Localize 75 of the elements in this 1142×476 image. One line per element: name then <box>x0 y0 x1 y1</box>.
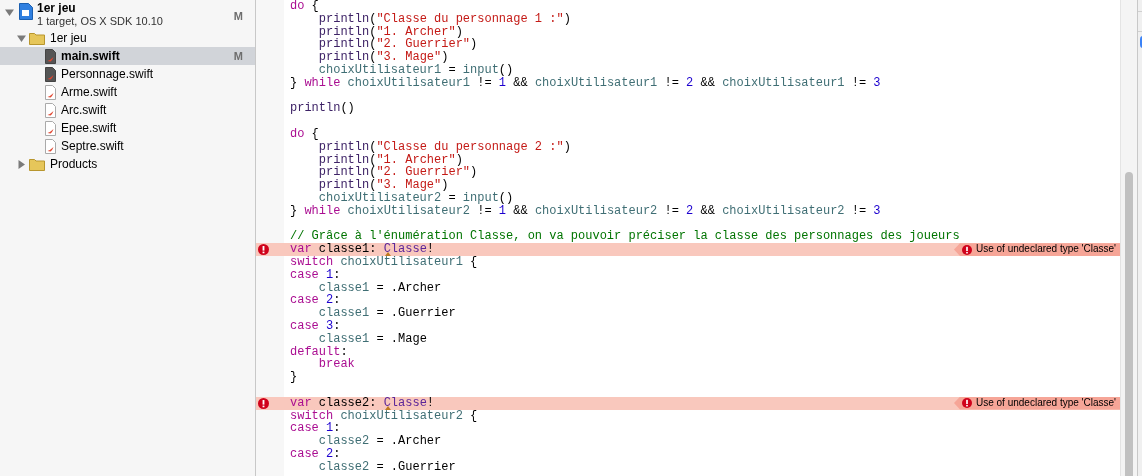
code-line: case 1: <box>290 268 342 282</box>
code-line: case 2: <box>290 294 341 308</box>
item-label: main.swift <box>61 48 120 65</box>
code-line: } while choixUtilisateur2 != 1 && choixUtilisateur2 != 2 && choixUtilisateur2 != 3 <box>290 204 882 218</box>
code-line: classe1 = .Archer <box>317 281 443 295</box>
folder-icon <box>29 157 45 171</box>
project-row[interactable]: 1er jeu 1 target, OS X SDK 10.10 M <box>0 0 255 29</box>
swift-file-icon <box>45 48 56 64</box>
code-line: println("2. Guerrier") <box>317 166 479 180</box>
item-label: Epee.swift <box>61 120 117 137</box>
code-line: } while choixUtilisateur1 != 1 && choixUtilisateur1 != 2 && choixUtilisateur1 != 3 <box>290 76 882 90</box>
error-icon <box>258 244 269 256</box>
code-line: var classe1: Classe! <box>290 243 435 256</box>
code-line: println("3. Mage") <box>317 179 450 192</box>
item-label: Septre.swift <box>61 138 124 155</box>
code-line: classe1 = .Mage <box>317 332 428 346</box>
error-caret-icon <box>384 251 391 256</box>
item-label: Arc.swift <box>61 102 107 119</box>
swift-file-icon <box>45 84 56 100</box>
code-line: case 1: <box>290 422 341 436</box>
swift-file-icon <box>45 138 56 154</box>
swift-file-icon <box>45 102 56 118</box>
code-line: println("Classe du personnage 2 :") <box>318 140 572 154</box>
code-line: choixUtilisateur2 = input() <box>317 191 515 205</box>
modified-status-label: M <box>233 9 243 24</box>
file-row[interactable]: main.swift M <box>0 47 255 65</box>
code-line: println("3. Mage") <box>317 51 450 64</box>
code-line: default: <box>290 345 348 359</box>
code-line: classe2 = .Archer <box>317 435 443 448</box>
scrollbar-thumb[interactable] <box>1125 172 1133 476</box>
code-line: do { <box>290 0 319 13</box>
code-line: println("Classe du personnage 1 :") <box>318 12 572 26</box>
project-icon <box>19 3 33 20</box>
file-row[interactable]: Septre.swift <box>0 137 255 155</box>
item-label: Arme.swift <box>61 84 117 101</box>
disclosure-triangle-icon[interactable] <box>17 159 26 169</box>
code-line: classe2 = .Guerrier <box>317 460 457 474</box>
code-line: println("1. Archer") <box>317 153 463 167</box>
file-row[interactable]: Arc.swift <box>0 101 255 119</box>
project-title: 1er jeu <box>37 2 77 15</box>
code-line: println("2. Guerrier") <box>317 38 479 52</box>
error-icon <box>258 397 269 409</box>
swift-file-icon <box>45 120 56 136</box>
code-line: switch choixUtilisateur1 { <box>290 255 479 269</box>
error-message: Use of undeclared type 'Classe' <box>954 243 1120 256</box>
code-line: println("1. Archer") <box>317 25 463 39</box>
error-message: Use of undeclared type 'Classe' <box>954 396 1120 410</box>
item-label: 1er jeu <box>50 30 87 47</box>
error-icon <box>962 398 972 409</box>
modified-status-label: M <box>233 48 243 64</box>
folder-row[interactable]: Products <box>0 155 255 173</box>
code-line: // Grâce à l'énumération Classe, on va pouvoir préciser la classe des personnages des joueurs <box>290 230 961 244</box>
code-line: println() <box>290 102 356 116</box>
error-caret-icon <box>384 405 391 410</box>
project-subtitle: 1 target, OS X SDK 10.10 <box>37 15 163 28</box>
folder-icon <box>29 31 45 45</box>
code-line: classe1 = .Guerrier <box>317 307 457 320</box>
item-label: Products <box>50 156 98 173</box>
disclosure-triangle-icon[interactable] <box>5 8 14 17</box>
error-icon <box>962 244 972 255</box>
file-row[interactable]: Arme.swift <box>0 83 255 101</box>
code-line: } <box>290 371 299 384</box>
disclosure-triangle-icon[interactable] <box>17 33 26 43</box>
code-line: do { <box>290 127 319 141</box>
code-line: choixUtilisateur1 = input() <box>317 64 515 77</box>
file-row[interactable]: Personnage.swift <box>0 65 255 83</box>
file-row[interactable]: Epee.swift <box>0 119 255 137</box>
code-line: break <box>317 358 356 372</box>
swift-file-icon <box>45 66 56 82</box>
item-label: Personnage.swift <box>61 66 154 83</box>
folder-row[interactable]: 1er jeu <box>0 29 255 47</box>
code-line: case 2: <box>290 447 342 461</box>
code-line: case 3: <box>290 319 342 333</box>
code-line: var classe2: Classe! <box>290 396 436 410</box>
code-line: switch choixUtilisateur2 { <box>290 409 479 423</box>
